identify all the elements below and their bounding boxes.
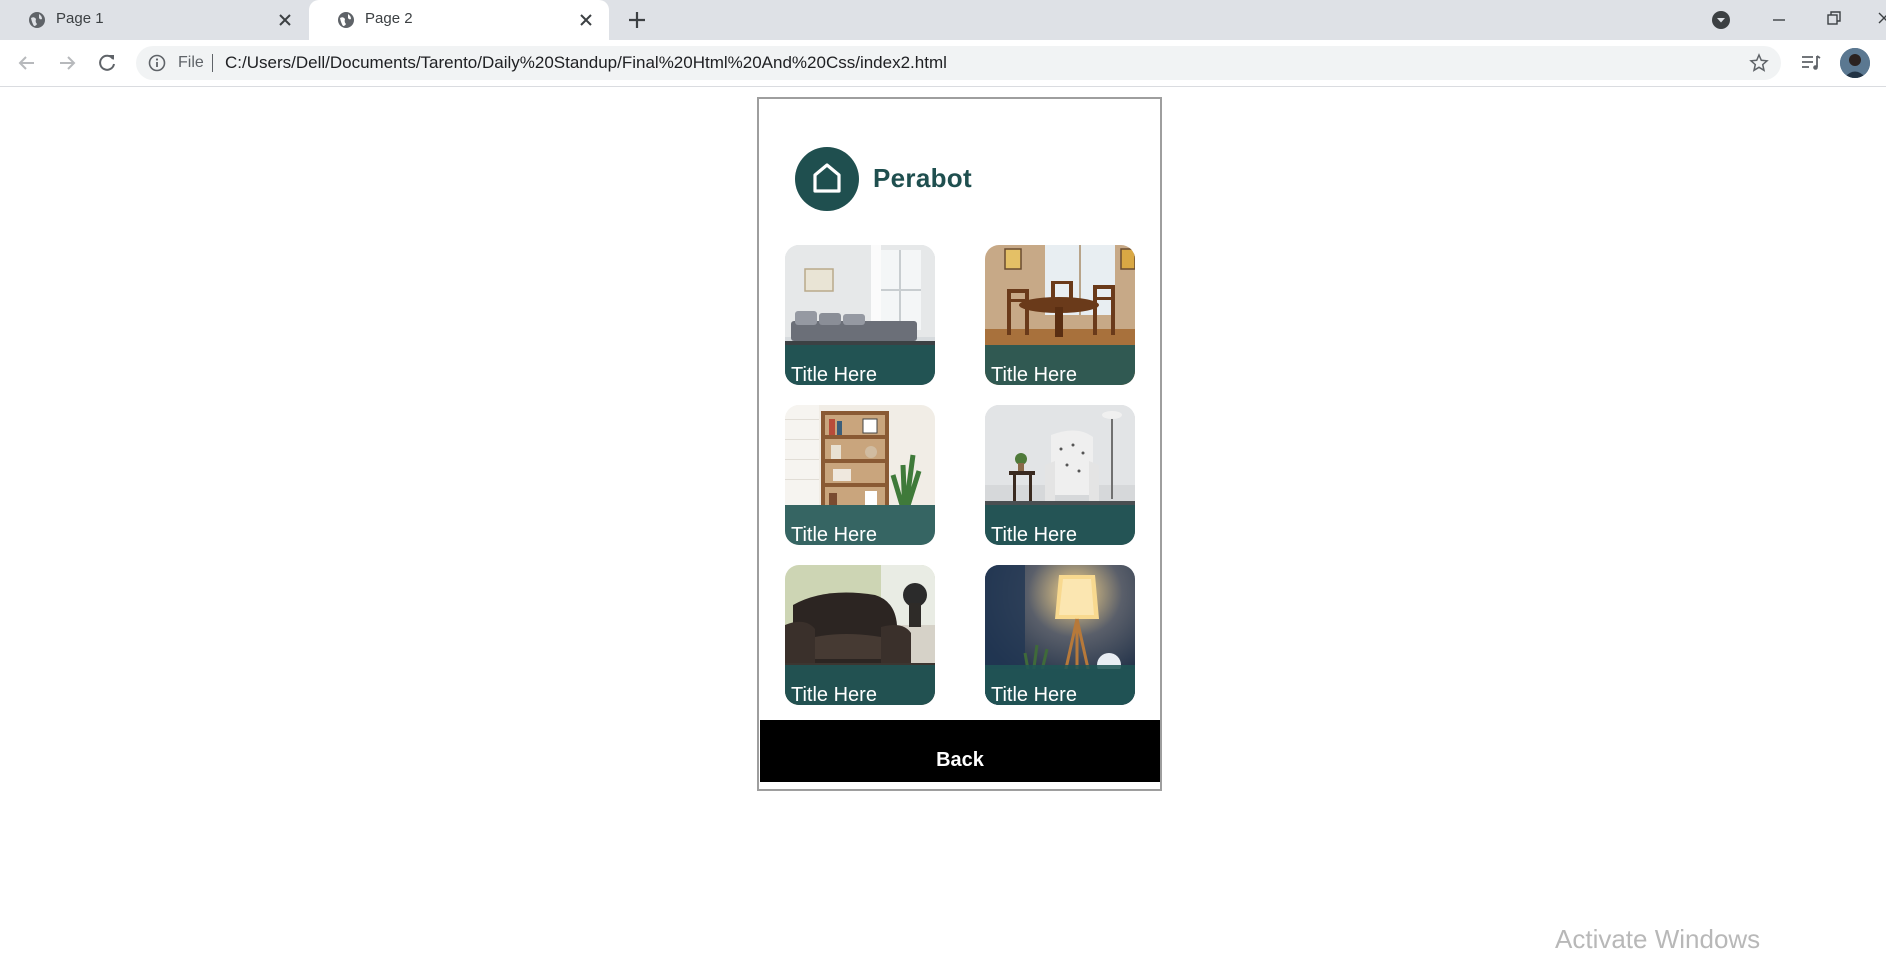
tab-search-icon[interactable] [1711,10,1731,30]
brand-name: Perabot [873,163,972,193]
product-card[interactable]: Title Here [785,405,935,545]
tab-title: Page 1 [56,10,104,27]
product-card[interactable]: Title Here [985,405,1135,545]
card-title: Title Here [791,364,877,385]
globe-icon [29,12,45,28]
divider [212,54,213,72]
card-title: Title Here [791,524,877,545]
product-card[interactable]: Title Here [785,565,935,705]
tab-title: Page 2 [365,10,413,27]
home-icon [813,163,841,193]
minimize-icon[interactable] [1767,8,1791,32]
url-scheme-label: File [178,54,204,71]
new-tab-icon[interactable] [625,8,649,32]
product-card[interactable]: Title Here [785,245,935,385]
url-text[interactable]: C:/Users/Dell/Documents/Tarento/Daily%20… [225,53,947,73]
person-icon [1840,48,1870,78]
logo [795,147,859,211]
info-icon[interactable] [148,54,166,72]
media-queue-icon[interactable] [1800,52,1822,74]
restore-icon[interactable] [1822,6,1846,30]
back-button[interactable]: Back [760,720,1160,782]
card-title: Title Here [991,524,1077,545]
tab-page-2[interactable]: Page 2 [309,0,609,40]
tab-strip: Page 1 Page 2 [0,0,1886,40]
forward-arrow-icon[interactable] [54,50,80,76]
tab-page-1[interactable]: Page 1 [0,0,308,40]
reload-icon[interactable] [94,50,120,76]
product-card[interactable]: Title Here [985,565,1135,705]
globe-icon [338,12,354,28]
card-title: Title Here [991,364,1077,385]
close-icon[interactable] [276,11,294,29]
back-arrow-icon[interactable] [14,50,40,76]
activate-windows-watermark: Activate Windows [1555,924,1761,954]
close-icon[interactable] [577,11,595,29]
address-bar[interactable]: File C:/Users/Dell/Documents/Tarento/Dai… [136,46,1781,80]
back-button-label: Back [936,749,984,771]
window-close-icon[interactable] [1873,6,1886,30]
profile-avatar[interactable] [1840,48,1870,78]
browser-toolbar: File C:/Users/Dell/Documents/Tarento/Dai… [0,40,1886,87]
product-card[interactable]: Title Here [985,245,1135,385]
bookmark-star-icon[interactable] [1749,53,1769,73]
card-title: Title Here [791,684,877,705]
app-frame: Perabot Title Here Title Here Title Here… [757,97,1162,791]
card-title: Title Here [991,684,1077,705]
